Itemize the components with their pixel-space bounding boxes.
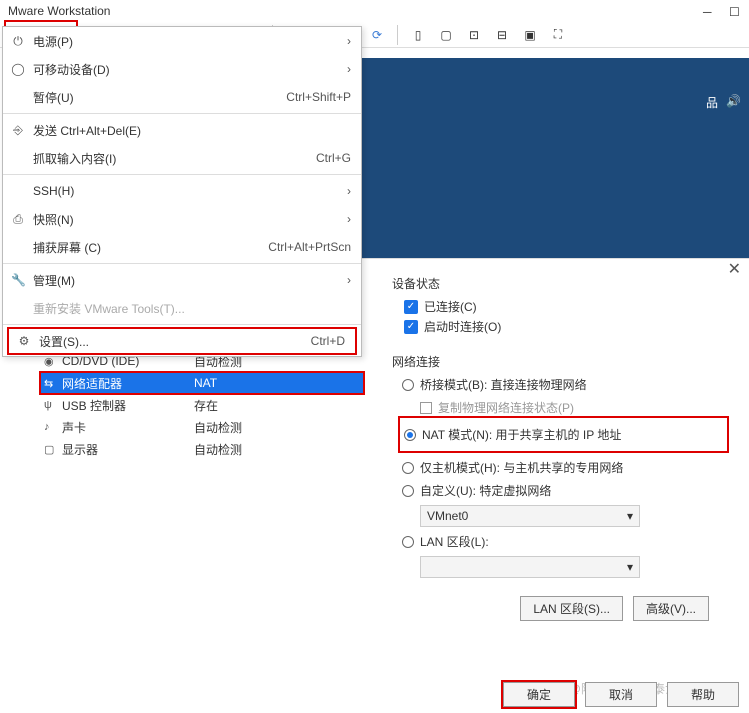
chk-connected[interactable]: ✓已连接(C)	[404, 298, 729, 315]
menu-send-cad[interactable]: ⎆发送 Ctrl+Alt+Del(E)	[3, 116, 361, 144]
usb-icon: ψ	[44, 399, 62, 411]
custom-vmnet-select: VMnet0▾	[420, 505, 640, 527]
checkbox-icon	[420, 402, 432, 414]
wrench-icon: 🔧	[11, 273, 25, 287]
menu-capture[interactable]: 捕获屏幕 (C)Ctrl+Alt+PrtScn	[3, 233, 361, 261]
chk-replicate: 复制物理网络连接状态(P)	[420, 399, 729, 416]
menu-ssh[interactable]: SSH(H)›	[3, 177, 361, 205]
hw-display[interactable]: ▢显示器自动检测	[40, 438, 364, 460]
help-button[interactable]: 帮助	[667, 682, 739, 707]
chevron-down-icon: ▾	[627, 509, 633, 523]
sound-icon: ♪	[44, 421, 62, 433]
cycle-icon[interactable]: ⟳	[365, 23, 389, 47]
chevron-right-icon: ›	[347, 34, 351, 48]
volume-tray-icon[interactable]: 🔊	[726, 94, 741, 111]
layout4-icon[interactable]: ⊟	[490, 23, 514, 47]
radio-hostonly[interactable]: 仅主机模式(H): 与主机共享的专用网络	[402, 459, 729, 476]
hw-usb[interactable]: ψUSB 控制器存在	[40, 394, 364, 416]
menu-snapshot[interactable]: ⎙快照(N)›	[3, 205, 361, 233]
check-icon: ✓	[404, 300, 418, 314]
chevron-down-icon: ▾	[627, 560, 633, 574]
ok-button[interactable]: 确定	[503, 682, 575, 707]
lan-segments-button[interactable]: LAN 区段(S)...	[520, 596, 623, 621]
camera-icon: ⎙	[11, 212, 25, 227]
menu-manage[interactable]: 🔧管理(M)›	[3, 266, 361, 294]
chk-connect-poweron[interactable]: ✓启动时连接(O)	[404, 318, 729, 335]
layout2-icon[interactable]: ▢	[434, 23, 458, 47]
radio-icon	[402, 462, 414, 474]
layout3-icon[interactable]: ⊡	[462, 23, 486, 47]
power-icon: ⏻	[11, 34, 25, 49]
network-tray-icon[interactable]: 品	[706, 94, 718, 111]
status-title: 设备状态	[392, 275, 729, 292]
hw-network[interactable]: ⇆网络适配器NAT	[40, 372, 364, 394]
radio-nat[interactable]: NAT 模式(N): 用于共享主机的 IP 地址	[404, 426, 723, 443]
fullscreen-icon[interactable]: ⛶	[546, 23, 570, 47]
lan-segment-select: ▾	[420, 556, 640, 578]
menu-power[interactable]: ⏻电源(P)›	[3, 27, 361, 55]
close-icon[interactable]: ✕	[728, 259, 741, 279]
net-title: 网络连接	[392, 353, 729, 370]
radio-icon	[404, 429, 416, 441]
network-icon: ⇆	[44, 377, 62, 390]
minimize-icon[interactable]: ─	[703, 5, 715, 17]
device-config-pane: 设备状态 ✓已连接(C) ✓启动时连接(O) 网络连接 桥接模式(B): 直接连…	[382, 259, 749, 665]
gear-icon: ⚙	[17, 334, 31, 348]
menu-settings[interactable]: ⚙设置(S)...Ctrl+D	[7, 327, 357, 355]
menu-grab-input[interactable]: 抓取输入内容(I)Ctrl+G	[3, 144, 361, 172]
check-icon: ✓	[404, 320, 418, 334]
radio-custom[interactable]: 自定义(U): 特定虚拟网络	[402, 482, 729, 499]
hw-sound[interactable]: ♪声卡自动检测	[40, 416, 364, 438]
menu-pause[interactable]: 暂停(U)Ctrl+Shift+P	[3, 83, 361, 111]
radio-bridged[interactable]: 桥接模式(B): 直接连接物理网络	[402, 376, 729, 393]
menu-removable[interactable]: ◯可移动设备(D)›	[3, 55, 361, 83]
display-icon: ▢	[44, 443, 62, 456]
advanced-button[interactable]: 高级(V)...	[633, 596, 709, 621]
vm-console-panel: 品 🔊	[362, 58, 749, 258]
radio-icon	[402, 379, 414, 391]
cancel-button[interactable]: 取消	[585, 682, 657, 707]
layout1-icon[interactable]: ▯	[406, 23, 430, 47]
radio-icon	[402, 536, 414, 548]
console-icon[interactable]: ▣	[518, 23, 542, 47]
vm-menu-dropdown: ⏻电源(P)› ◯可移动设备(D)› 暂停(U)Ctrl+Shift+P ⎆发送…	[2, 26, 362, 357]
window-title: Mware Workstation	[8, 4, 110, 18]
maximize-icon[interactable]: ☐	[729, 5, 741, 17]
menu-reinstall-tools: 重新安装 VMware Tools(T)...	[3, 294, 361, 322]
radio-lan[interactable]: LAN 区段(L):	[402, 533, 729, 550]
radio-icon	[402, 485, 414, 497]
